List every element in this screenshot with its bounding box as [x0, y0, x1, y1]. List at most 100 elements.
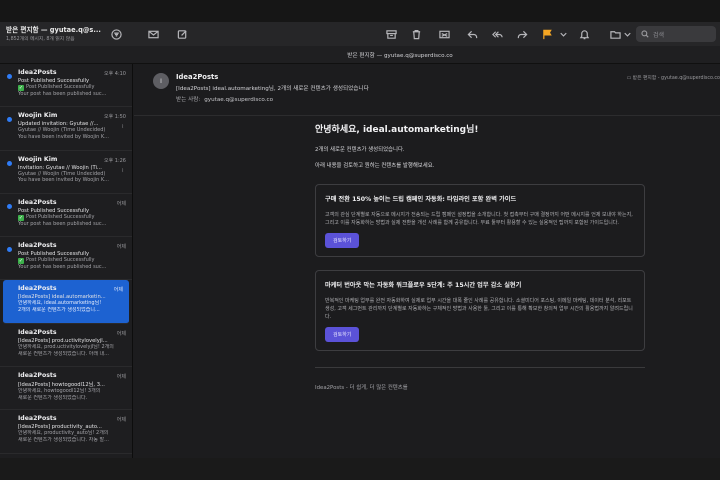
message-time: 어제: [116, 330, 126, 337]
message-sender: Idea2Posts: [18, 285, 57, 293]
to-label: 받는 사람:: [176, 97, 201, 103]
paperclip-icon: ⌇: [121, 124, 124, 131]
checkmark-icon: ✓: [18, 214, 24, 221]
card-title: 마케터 번아웃 막는 자동화 워크플로우 5단계: 주 15시간 업무 감소 실…: [325, 282, 522, 289]
window-top-strip: [0, 0, 720, 22]
message-time: 어제: [113, 287, 123, 294]
reply-all-icon[interactable]: [490, 27, 504, 41]
new-message-icon[interactable]: [175, 27, 189, 41]
preview-text: 안녕하세요, howtogoodl12님! 3개의: [18, 388, 101, 395]
avatar: I: [153, 73, 169, 89]
header-sender[interactable]: Idea2Posts: [176, 73, 218, 81]
inbox-tray-icon: ▭: [626, 76, 632, 81]
message-list-item[interactable]: Idea2Posts 어제 [Idea2Posts] howtogoodl12님, …: [0, 367, 132, 411]
message-list-item[interactable]: Idea2Posts 오후 4:10 Post Published Successf…: [0, 64, 132, 108]
message-preview-line: You have been invited by Woojin K...: [18, 134, 109, 141]
unread-dot-icon: [7, 203, 12, 209]
content-card: 구매 전환 150% 높이는 드립 캠페인 자동화: 타임라인 포함 완벽 가이…: [315, 184, 645, 257]
message-list-item[interactable]: Idea2Posts 어제 [Idea2Posts] productivity_au…: [0, 410, 132, 454]
preview-text: Post Published Successfully: [26, 84, 95, 90]
mailbox-title-text: 받은 편지함 — gyutae.q@s...: [6, 26, 101, 34]
message-preview-line: 안녕하세요, prod.uctivitylovelyjl님! 2개의: [18, 344, 126, 351]
message-preview-line: Gyutae // Woojin (Time Undecided): [18, 127, 126, 134]
message-preview-line: You have been invited by Woojin K...: [18, 177, 109, 184]
filter-icon[interactable]: [109, 27, 123, 41]
junk-icon[interactable]: [437, 27, 451, 41]
body-paragraph-2: 아래 내용을 검토하고 원하는 컨텐츠를 발행해보세요.: [315, 163, 435, 169]
preview-text: Post Published Successfully: [26, 213, 95, 220]
message-preview-line: 새로운 컨텐츠가 생성되었습니다. 자동 발...: [18, 437, 109, 444]
message-sender: Idea2Posts: [18, 415, 57, 423]
window-bottom-bar: [0, 458, 720, 480]
message-preview-line: 안녕하세요, ideal.automarketing님!: [18, 300, 123, 307]
toolbar: 받은 편지함 — gyutae.q@s... 1,852개의 메시지, 8개 읽…: [0, 22, 720, 46]
email-footer: Idea2Posts - 더 쉽게, 더 많은 컨텐츠를: [315, 385, 408, 391]
message-preview-line: Your post has been published suc...: [18, 91, 107, 97]
divider: [315, 367, 645, 368]
flag-icon[interactable]: [540, 27, 554, 41]
move-folder-chevron-icon[interactable]: [620, 27, 634, 41]
message-time: 어제: [116, 200, 126, 207]
preview-text: 안녕하세요, ideal.automarketing님!: [18, 300, 102, 307]
mailbox-subtitle: 1,852개의 메시지, 8개 읽지 않음: [6, 37, 75, 42]
unread-dot-icon: [7, 160, 12, 166]
message-preview-line: Gyutae // Woojin (Time Undecided): [18, 171, 126, 178]
message-list-item[interactable]: Idea2Posts 어제 Post Published Successfully ✓…: [0, 194, 132, 238]
message-list-item[interactable]: Woojin Kim 오후 1:50 Updated invitation: Gyu…: [0, 107, 132, 151]
card-title: 구매 전환 150% 높이는 드립 캠페인 자동화: 타임라인 포함 완벽 가이…: [325, 196, 517, 203]
forward-icon[interactable]: [515, 27, 529, 41]
chevron-down-icon[interactable]: [556, 27, 570, 41]
review-button[interactable]: 검토하기: [325, 233, 360, 248]
search-icon: [641, 30, 649, 38]
message-body: 안녕하세요, ideal.automarketing님! 2개의 새로운 컨텐츠…: [315, 122, 645, 391]
review-button[interactable]: 검토하기: [325, 327, 360, 342]
header-recipient: 받는 사람: gyutae.q@superdisco.co: [176, 95, 273, 103]
message-sender: Idea2Posts: [18, 198, 57, 206]
reply-icon[interactable]: [465, 27, 479, 41]
message-preview-line: Your post has been published suc...: [18, 220, 107, 227]
message-list-item[interactable]: Woojin Kim 오후 1:26 Invitation: Gyutae // W…: [0, 151, 132, 194]
message-list-item[interactable]: Idea2Posts 어제 Post Published Successfully ✓…: [0, 237, 132, 281]
archive-icon[interactable]: [384, 27, 398, 41]
message-preview-line: 2개의 새로운 컨텐츠가 생성되었습니...: [18, 307, 100, 314]
compose-envelope-icon[interactable]: [146, 27, 160, 41]
header-mailbox-location: ▭ 받은 편지함 - gyutae.q@superdisco.co: [627, 74, 720, 81]
card-description: 고객의 관심 단계별로 자동으로 메시지가 전송되는 드립 캠페인 설정법을 소…: [325, 212, 633, 226]
to-address[interactable]: gyutae.q@superdisco.co: [204, 97, 273, 103]
mailbox-location-text: 받은 편지함 - gyutae.q@superdisco.co: [632, 76, 720, 81]
unread-dot-icon: [7, 74, 12, 79]
preview-text: Gyutae // Woojin (Time Undecided): [18, 127, 106, 134]
search-field[interactable]: 검색: [636, 26, 716, 42]
message-sender: Idea2Posts: [18, 242, 57, 250]
unread-dot-icon: [7, 117, 12, 123]
message-preview-line: 새로운 컨텐츠가 생성되었습니다.: [18, 394, 88, 401]
message-preview-line: 안녕하세요, howtogoodl12님! 3개의: [18, 388, 126, 395]
content-card: 마케터 번아웃 막는 자동화 워크플로우 5단계: 주 15시간 업무 감소 실…: [315, 270, 645, 351]
preview-text: 안녕하세요, productivity_auto님! 2개의: [18, 430, 109, 437]
preview-text: 안녕하세요, prod.uctivitylovelyjl님! 2개의: [18, 343, 114, 350]
preview-text: Gyutae // Woojin (Time Undecided): [18, 170, 106, 177]
unread-dot-icon: [7, 247, 12, 253]
card-description: 반복적인 마케팅 업무를 완전 자동화하여 실제로 업무 시간을 대폭 줄인 사…: [325, 298, 633, 320]
message-time: 어제: [116, 374, 126, 381]
paperclip-icon: ⌇: [121, 167, 124, 174]
message-list-item[interactable]: Idea2Posts 어제 [Idea2Posts] prod.uctivitylo…: [0, 324, 132, 368]
notify-icon[interactable]: [577, 27, 591, 41]
message-time: 오후 1:50: [103, 114, 126, 121]
greeting: 안녕하세요, ideal.automarketing님!: [315, 125, 479, 135]
message-sender: Idea2Posts: [18, 372, 57, 380]
search-placeholder: 검색: [653, 31, 665, 39]
message-preview-line: ✓ Post Published Successfully: [18, 214, 126, 221]
message-preview-line: 새로운 컨텐츠가 생성되었습니다. 아래 내...: [18, 350, 109, 357]
trash-icon[interactable]: [409, 27, 423, 41]
message-list[interactable]: Idea2Posts 오후 4:10 Post Published Successf…: [0, 64, 133, 458]
message-time: 오후 4:10: [103, 71, 126, 77]
message-list-item[interactable]: Idea2Posts 어제 [Idea2Posts] ideal.automarke…: [3, 280, 129, 324]
message-preview-line: 안녕하세요, productivity_auto님! 2개의: [18, 430, 126, 437]
body-paragraph-1: 2개의 새로운 컨텐츠가 생성되었습니다.: [315, 147, 405, 153]
message-preview-line: Your post has been published suc...: [18, 264, 107, 271]
window-subtitle-bar: 받은 편지함 — gyutae.q@superdisco.co: [0, 46, 720, 64]
message-header: I Idea2Posts [Idea2Posts] ideal.automark…: [134, 64, 720, 116]
preview-text: Post Published Successfully: [26, 257, 95, 264]
window-subtitle: 받은 편지함 — gyutae.q@superdisco.co: [347, 52, 453, 59]
